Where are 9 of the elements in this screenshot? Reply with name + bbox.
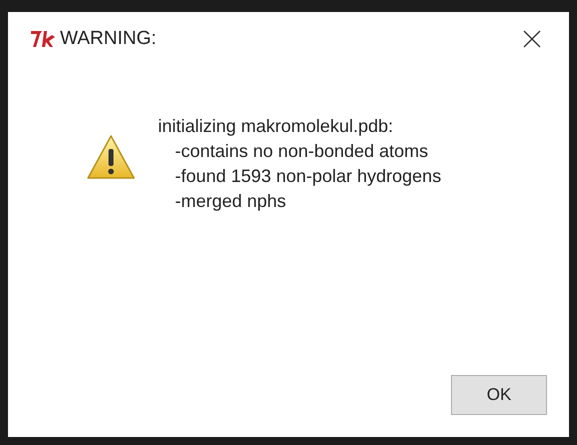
warning-icon — [86, 134, 136, 180]
ok-button[interactable]: OK — [451, 375, 547, 415]
message-line: -found 1593 non-polar hydrogens — [174, 165, 442, 188]
close-icon — [522, 29, 542, 49]
message-line: -merged nphs — [174, 190, 288, 213]
message-heading: initializing makromolekul.pdb: — [158, 115, 394, 138]
tk-logo-icon — [30, 29, 56, 49]
window-title: WARNING: — [60, 26, 156, 51]
message-line: -contains no non-bonded atoms — [174, 140, 430, 163]
